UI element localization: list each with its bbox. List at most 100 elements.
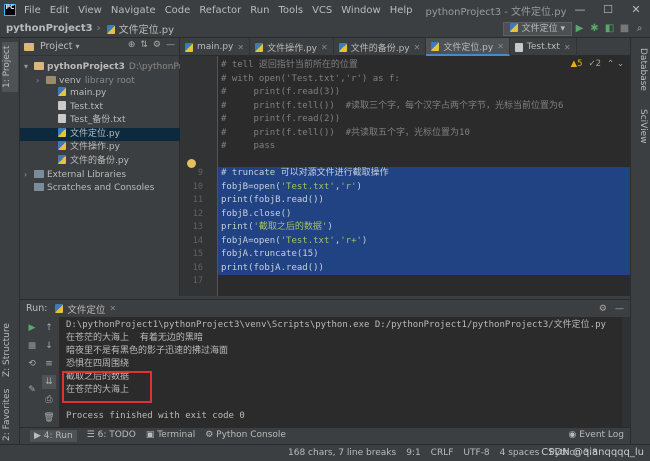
- rerun-icon[interactable]: ▶: [25, 321, 39, 335]
- menu-help[interactable]: Help: [390, 5, 413, 16]
- code-line[interactable]: fobjB.close(): [218, 207, 630, 221]
- menu-tools[interactable]: Tools: [278, 5, 303, 16]
- scroll-to-end-icon[interactable]: ⇊: [42, 375, 56, 389]
- breadcrumb-file[interactable]: 文件定位.py: [106, 21, 175, 36]
- minimize-icon[interactable]: —: [566, 0, 594, 20]
- close-icon[interactable]: ✕: [321, 43, 328, 52]
- tree-item[interactable]: 文件的备份.py: [20, 154, 180, 169]
- code-line[interactable]: print('截取之后的数据'): [218, 221, 630, 235]
- menu-navigate[interactable]: Navigate: [111, 5, 156, 16]
- locate-icon[interactable]: ⊕: [128, 40, 136, 50]
- status-item[interactable]: 9:1: [406, 448, 420, 458]
- database-tool-tab[interactable]: Database: [634, 44, 648, 94]
- hide-icon[interactable]: —: [166, 40, 175, 50]
- search-icon[interactable]: ⌕: [633, 22, 646, 36]
- code-line[interactable]: # pass: [218, 140, 630, 154]
- menu-run[interactable]: Run: [250, 5, 269, 16]
- tree-item[interactable]: main.py: [20, 87, 180, 101]
- sciview-tool-tab[interactable]: SciView: [634, 104, 648, 148]
- gear-icon[interactable]: ⚙: [599, 304, 607, 314]
- tree-item[interactable]: 文件定位.py: [20, 127, 180, 141]
- trash-icon[interactable]: 🗑: [42, 411, 56, 425]
- run-configuration-select[interactable]: 文件定位 ▾: [502, 22, 572, 36]
- debug-icon[interactable]: ✱: [588, 22, 601, 36]
- code-line[interactable]: fobjA=open('Test.txt','r+'): [218, 234, 630, 248]
- editor-tab[interactable]: Test.txt ✕: [510, 38, 577, 56]
- code-line[interactable]: # tell 返回指针当前所在的位置: [218, 59, 630, 73]
- menu-edit[interactable]: Edit: [50, 5, 69, 16]
- tree-item-label: venv: [59, 75, 81, 86]
- code-line[interactable]: # with open('Test.txt','r') as f:: [218, 73, 630, 87]
- code-line[interactable]: [218, 275, 630, 289]
- print-icon[interactable]: ⎙: [42, 393, 56, 407]
- close-icon[interactable]: ✕: [109, 304, 116, 313]
- close-icon[interactable]: ✕: [564, 43, 571, 52]
- breadcrumb-file-label: 文件定位.py: [118, 25, 175, 36]
- code-line[interactable]: print(fobjB.read()): [218, 194, 630, 208]
- chevron-down-icon[interactable]: ▾: [76, 42, 80, 51]
- maximize-icon[interactable]: ☐: [594, 0, 622, 20]
- coverage-icon[interactable]: ◧: [603, 22, 616, 36]
- pin-icon[interactable]: ✎: [25, 383, 39, 397]
- menu-view[interactable]: View: [78, 5, 102, 16]
- hide-icon[interactable]: —: [615, 304, 624, 314]
- soft-wrap-icon[interactable]: ≡: [42, 357, 56, 371]
- stop-icon[interactable]: ■: [618, 22, 631, 36]
- close-icon[interactable]: ✕: [497, 42, 504, 51]
- code-line[interactable]: fobjA.truncate(15): [218, 248, 630, 262]
- breadcrumb-project[interactable]: pythonProject3: [6, 23, 93, 34]
- event-log-tab[interactable]: ◉ Event Log: [569, 430, 624, 440]
- code-line[interactable]: # print(f.tell()) #共读取五个字，光标位置为10: [218, 127, 630, 141]
- code-line[interactable]: # truncate 可以对源文件进行截取操作: [218, 167, 630, 181]
- code-line[interactable]: # print(f.read(3)): [218, 86, 630, 100]
- bottom-tab[interactable]: ⚙ Python Console: [205, 430, 286, 442]
- bottom-tab[interactable]: ▶ 4: Run: [30, 430, 77, 442]
- code-line[interactable]: fobjB=open('Test.txt','r'): [218, 180, 630, 194]
- tree-item[interactable]: 文件操作.py: [20, 141, 180, 155]
- status-item[interactable]: UTF-8: [463, 448, 489, 458]
- code-line[interactable]: print(fobjA.read()): [218, 261, 630, 275]
- editor-tab[interactable]: main.py ✕: [180, 38, 251, 56]
- code-line[interactable]: # print(f.tell()) #读取三个字，每个汉字占两个字节，光标当前位…: [218, 100, 630, 114]
- close-icon[interactable]: ✕: [622, 0, 650, 20]
- console-scrollbar[interactable]: [622, 317, 630, 427]
- tree-item-label: 文件的备份.py: [70, 155, 129, 166]
- tree-item[interactable]: Scratches and Consoles: [20, 182, 180, 196]
- structure-tool-tab[interactable]: Z: Structure: [2, 320, 18, 380]
- menu-refactor[interactable]: Refactor: [199, 5, 241, 16]
- menu-window[interactable]: Window: [341, 5, 380, 16]
- stop-icon[interactable]: ■: [25, 339, 39, 353]
- editor-tab[interactable]: 文件定位.py ✕: [426, 38, 510, 56]
- editor-tab[interactable]: 文件的备份.py ✕: [334, 38, 427, 56]
- code-editor[interactable]: ▲5 ✓2 ⌃ ⌄ # tell 返回指针当前所在的位置 # with open(…: [218, 56, 630, 296]
- menu-vcs[interactable]: VCS: [312, 5, 332, 16]
- run-icon[interactable]: ▶: [573, 22, 586, 36]
- run-console[interactable]: D:\pythonProject1\pythonProject3\venv\Sc…: [60, 317, 630, 427]
- up-arrow-icon[interactable]: ↑: [42, 321, 56, 335]
- gear-icon[interactable]: ⚙: [153, 40, 161, 50]
- down-arrow-icon[interactable]: ↓: [42, 339, 56, 353]
- favorites-tool-tab[interactable]: 2: Favorites: [2, 386, 18, 444]
- close-icon[interactable]: ✕: [237, 43, 244, 52]
- tree-item[interactable]: Test.txt: [20, 100, 180, 115]
- close-icon[interactable]: ✕: [414, 43, 421, 52]
- bottom-tab[interactable]: ▣ Terminal: [146, 430, 195, 442]
- bottom-tab[interactable]: ☰ 6: TODO: [87, 430, 136, 442]
- project-panel-title[interactable]: Project: [40, 41, 73, 52]
- tree-item[interactable]: ▾ pythonProject3 D:\pythonProject: [20, 60, 204, 74]
- tree-item[interactable]: › External Libraries: [20, 168, 180, 182]
- restore-layout-icon[interactable]: ⟲: [25, 357, 39, 371]
- menu-code[interactable]: Code: [165, 5, 191, 16]
- code-line[interactable]: [218, 154, 630, 168]
- status-item[interactable]: CRLF: [431, 448, 454, 458]
- menu-file[interactable]: File: [24, 5, 41, 16]
- collapse-icon[interactable]: ⇅: [140, 40, 148, 50]
- project-tool-tab[interactable]: 1: Project: [2, 42, 18, 92]
- code-line[interactable]: # print(f.read(2)): [218, 113, 630, 127]
- tree-item[interactable]: › venv library root: [20, 74, 180, 88]
- run-tab[interactable]: 文件定位 ✕: [55, 302, 116, 316]
- editor-tab[interactable]: 文件操作.py ✕: [250, 38, 334, 56]
- status-item[interactable]: 168 chars, 7 line breaks: [288, 448, 396, 458]
- status-item[interactable]: 4 spaces: [500, 448, 540, 458]
- tree-item[interactable]: Test_备份.txt: [20, 114, 180, 128]
